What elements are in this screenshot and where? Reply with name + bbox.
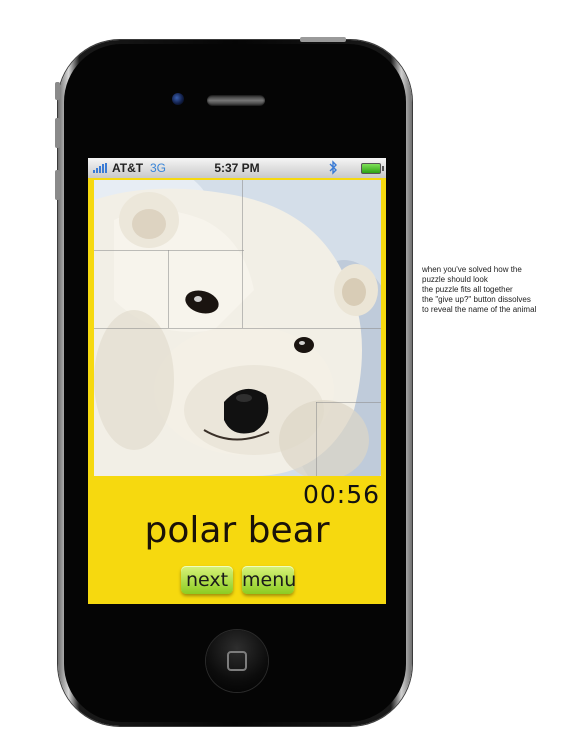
annotation-line: to reveal the name of the animal — [422, 305, 537, 314]
annotation-line: puzzle should look — [422, 275, 488, 284]
app-screen: AT&T 3G 5:37 PM 00:56 polar bear next me… — [88, 158, 386, 604]
puzzle-seam — [316, 402, 381, 403]
annotation-line: the puzzle fits all together — [422, 285, 513, 294]
menu-button[interactable]: menu — [242, 566, 296, 594]
puzzle-seam — [94, 250, 244, 251]
annotation-line: the "give up?" button dissolves — [422, 295, 531, 304]
puzzle-seam — [242, 180, 243, 328]
next-button[interactable]: next — [181, 566, 233, 594]
status-clock: 5:37 PM — [214, 161, 260, 175]
puzzle-seam — [168, 250, 169, 328]
home-button[interactable] — [206, 630, 268, 692]
battery-icon — [361, 163, 384, 174]
design-annotation: when you've solved how the puzzle should… — [422, 265, 572, 315]
volume-up-button — [55, 118, 60, 148]
animal-name-label: polar bear — [144, 510, 330, 551]
home-square-icon — [227, 651, 247, 671]
bluetooth-icon — [329, 160, 337, 175]
volume-down-button — [55, 170, 60, 200]
power-button — [300, 37, 346, 42]
annotation-line: when you've solved how the — [422, 265, 522, 274]
puzzle-seam — [94, 328, 381, 329]
puzzle-image[interactable] — [94, 180, 381, 476]
status-bar: AT&T 3G 5:37 PM — [88, 158, 386, 178]
earpiece-speaker — [207, 95, 265, 106]
front-camera — [172, 93, 184, 105]
puzzle-seam — [316, 402, 317, 476]
mute-switch — [55, 82, 60, 100]
game-timer: 00:56 — [302, 480, 380, 509]
